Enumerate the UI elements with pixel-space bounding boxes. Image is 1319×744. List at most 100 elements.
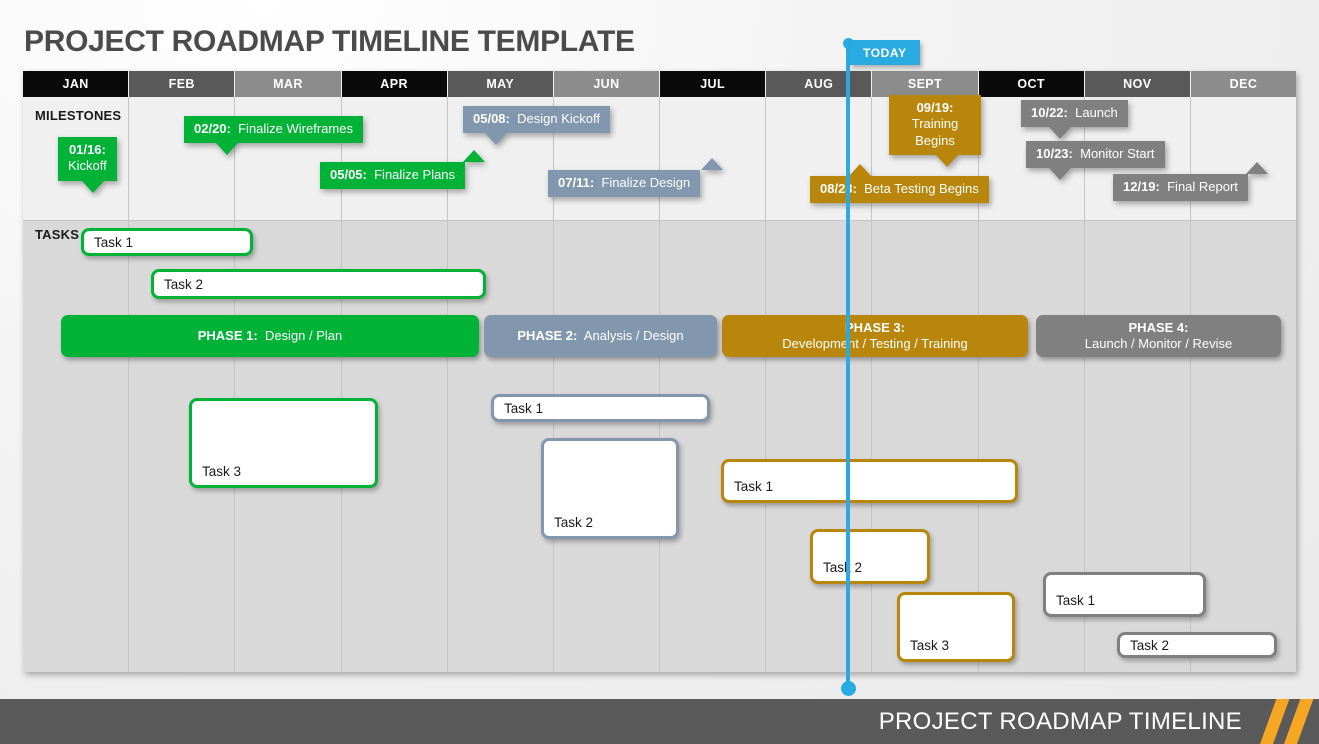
milestone-date: 01/16: [68,142,106,157]
month-label: APR [380,77,408,91]
tasks-label: TASKS [35,227,80,242]
phase-description: Development / Testing / Training [782,336,968,351]
milestone-callout[interactable]: 05/08: Design Kickoff [463,106,610,146]
task-label: Task 2 [164,276,204,292]
milestone-callout[interactable]: 01/16: Kickoff [58,137,117,193]
month-header-jul: JUL [660,71,767,97]
milestone-pointer-icon [849,164,871,176]
task-label: Task 2 [554,515,594,530]
task-box[interactable]: Task 1 [491,394,710,422]
milestone-date: 09/19: [916,100,954,115]
milestone-text: Final Report [1167,179,1238,194]
milestone-callout[interactable]: 10/23: Monitor Start [1026,141,1165,181]
phase-description: Analysis / Design [583,328,684,344]
phase-bar[interactable]: PHASE 4: Launch / Monitor / Revise [1036,315,1281,357]
phase-name: PHASE 3: [845,320,905,336]
task-label: Task 1 [734,479,774,494]
milestone-callout[interactable]: 12/19: Final Report [1113,162,1268,202]
milestone-text: Kickoff [68,158,107,174]
milestone-pointer-icon [463,150,485,162]
today-marker-dot-bottom [840,681,856,696]
month-header-sept: SEPT [872,71,979,97]
phase-bar[interactable]: PHASE 2: Analysis / Design [484,315,717,357]
milestone-pointer-icon [1049,127,1071,140]
task-box[interactable]: Task 3 [897,592,1015,662]
month-label: JUL [700,77,726,91]
month-label: MAY [486,77,515,91]
milestone-text: Launch [1075,105,1118,120]
month-label: DEC [1229,77,1258,91]
month-header-row: JAN FEB MAR APR MAY JUN JUL AUG SEPT OCT NOV DEC [23,71,1297,97]
milestone-text: Beta Testing Begins [864,181,979,196]
today-flag: TODAY [850,40,920,65]
milestone-date: 05/05: [330,167,367,182]
page-title: PROJECT ROADMAP TIMELINE TEMPLATE [24,25,635,58]
milestone-pointer-icon [82,180,104,193]
task-label: Task 3 [202,464,242,479]
milestone-text: Design Kickoff [517,111,600,126]
phase-description: Design / Plan [264,328,343,344]
month-header-oct: OCT [978,71,1085,97]
milestone-text: Finalize Wireframes [238,121,353,136]
task-box[interactable]: Task 2 [1117,632,1277,658]
milestone-date: 08/28: [820,181,857,196]
task-label: Task 2 [1130,637,1170,653]
milestone-pointer-icon [701,158,723,170]
month-label: JAN [62,77,89,91]
task-box[interactable]: Task 2 [810,529,930,584]
task-label: Task 1 [1056,593,1096,608]
month-header-feb: FEB [129,71,236,97]
month-header-dec: DEC [1190,71,1297,97]
task-label: Task 1 [94,234,134,250]
task-box[interactable]: Task 1 [721,459,1018,503]
milestone-text: Training Begins [911,116,959,148]
task-box[interactable]: Task 3 [189,398,378,488]
milestone-pointer-icon [936,154,958,167]
phase-bar[interactable]: PHASE 3: Development / Testing / Training [722,315,1028,357]
milestone-text: Finalize Plans [374,167,456,182]
milestone-date: 10/22: [1031,105,1068,120]
footer-bar: PROJECT ROADMAP TIMELINE [0,699,1319,744]
milestone-date: 02/20: [194,121,231,136]
phase-bar[interactable]: PHASE 1: Design / Plan [61,315,479,357]
month-label: AUG [804,77,834,91]
milestone-callout[interactable]: 05/05: Finalize Plans [320,150,485,190]
phase-description: Launch / Monitor / Revise [1084,336,1233,351]
month-label: SEPT [907,77,943,91]
milestone-date: 10/23: [1036,146,1073,161]
month-label: NOV [1123,77,1152,91]
month-header-mar: MAR [235,71,342,97]
milestone-pointer-icon [1246,162,1268,174]
milestone-text: Finalize Design [601,175,691,190]
footer-title: PROJECT ROADMAP TIMELINE [878,707,1242,735]
month-label: JUN [593,77,620,91]
task-box[interactable]: Task 1 [81,228,253,256]
month-header-jan: JAN [23,71,130,97]
month-header-aug: AUG [766,71,873,97]
phase-name: PHASE 4: [1128,320,1189,336]
slide-canvas: PROJECT ROADMAP TIMELINE TEMPLATE JAN FEB… [0,0,1319,744]
task-box[interactable]: Task 2 [151,269,486,299]
month-label: MAR [273,77,303,91]
milestone-pointer-icon [485,133,507,146]
task-label: Task 1 [504,400,544,416]
milestone-pointer-icon [216,143,238,156]
milestone-callout[interactable]: 08/28: Beta Testing Begins [810,164,989,204]
milestone-callout[interactable]: 10/22: Launch [1021,100,1128,140]
phase-name: PHASE 2: [517,328,578,344]
milestone-callout[interactable]: 02/20: Finalize Wireframes [184,116,363,156]
milestone-callout[interactable]: 09/19: Training Begins [889,95,981,167]
month-header-jun: JUN [553,71,661,97]
phase-name: PHASE 1: [197,328,258,344]
task-box[interactable]: Task 1 [1043,572,1206,617]
task-label: Task 3 [910,638,950,653]
milestone-date: 07/11: [558,175,595,190]
milestones-label: MILESTONES [35,108,122,123]
month-header-apr: APR [341,71,448,97]
milestone-callout[interactable]: 07/11: Finalize Design [548,158,723,198]
task-box[interactable]: Task 2 [541,438,679,539]
month-header-may: MAY [447,71,554,97]
band-divider [23,220,1296,221]
milestone-date: 05/08: [473,111,510,126]
roadmap-chart: JAN FEB MAR APR MAY JUN JUL AUG SEPT OCT NOV DEC MI… [23,71,1297,672]
